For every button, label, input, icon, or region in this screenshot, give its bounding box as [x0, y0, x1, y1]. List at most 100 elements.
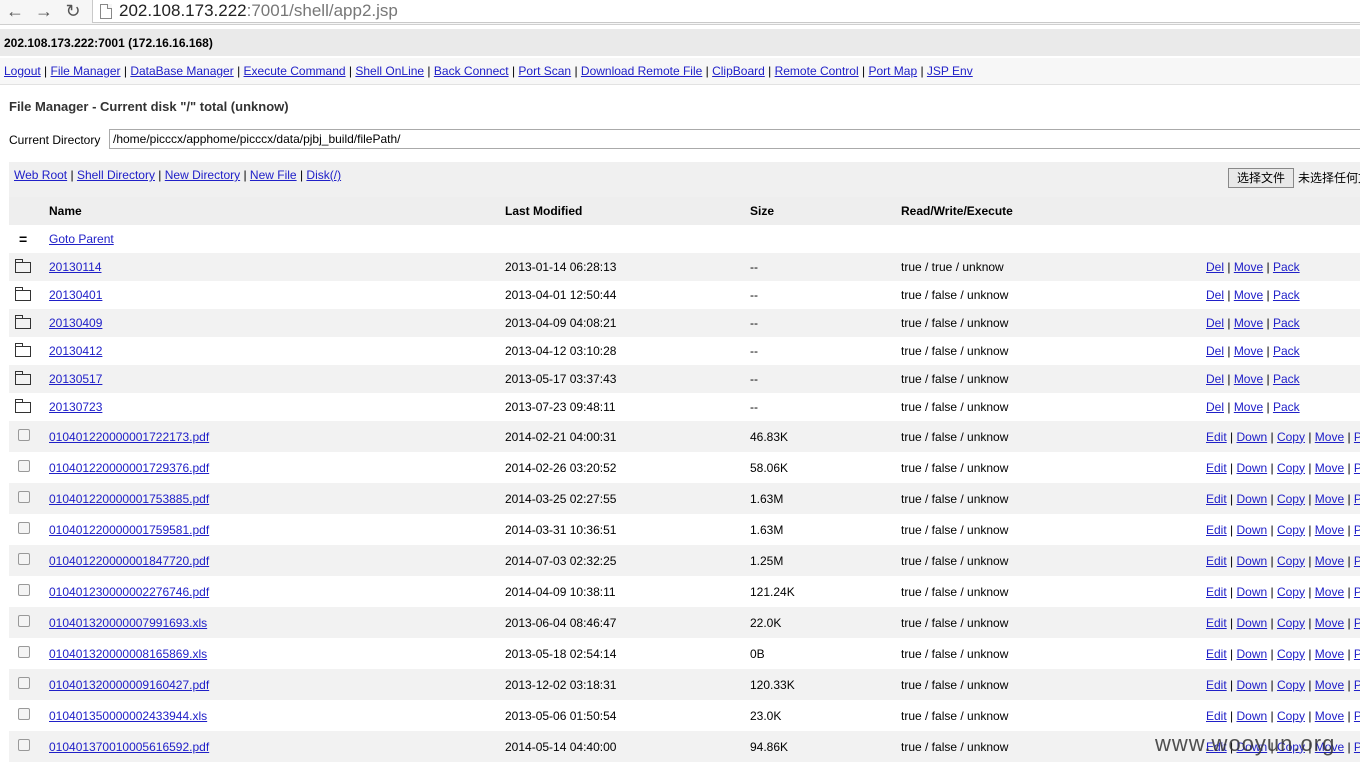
file-link[interactable]: 010401350000002433944.xls [49, 709, 207, 723]
toolbar-web-root[interactable]: Web Root [14, 168, 67, 182]
file-select-checkbox[interactable] [18, 708, 30, 720]
file-select-checkbox[interactable] [18, 553, 30, 565]
action-edit[interactable]: Edit [1206, 709, 1227, 723]
action-del[interactable]: Del [1206, 288, 1224, 302]
file-select-checkbox[interactable] [18, 429, 30, 441]
directory-link[interactable]: 20130517 [49, 372, 102, 386]
action-move[interactable]: Move [1234, 400, 1263, 414]
toolbar-disk[interactable]: Disk(/) [306, 168, 341, 182]
action-copy[interactable]: Copy [1277, 492, 1305, 506]
action-down[interactable]: Down [1236, 678, 1267, 692]
action-pack[interactable]: Pack [1354, 585, 1360, 599]
action-pack[interactable]: Pack [1273, 372, 1300, 386]
file-select-checkbox[interactable] [18, 646, 30, 658]
menu-execute-command[interactable]: Execute Command [244, 64, 346, 78]
action-del[interactable]: Del [1206, 372, 1224, 386]
action-pack[interactable]: Pack [1354, 616, 1360, 630]
menu-file-manager[interactable]: File Manager [51, 64, 121, 78]
file-select-checkbox[interactable] [18, 522, 30, 534]
toolbar-new-directory[interactable]: New Directory [165, 168, 240, 182]
menu-download-remote-file[interactable]: Download Remote File [581, 64, 702, 78]
action-edit[interactable]: Edit [1206, 492, 1227, 506]
address-bar[interactable]: 202.108.173.222:7001/shell/app2.jsp [92, 0, 1360, 23]
reload-icon[interactable]: ↻ [62, 0, 84, 22]
menu-shell-online[interactable]: Shell OnLine [355, 64, 424, 78]
file-link[interactable]: 010401370010005616592.pdf [49, 740, 209, 754]
action-pack[interactable]: Pack [1354, 678, 1360, 692]
directory-link[interactable]: 20130401 [49, 288, 102, 302]
action-move[interactable]: Move [1234, 372, 1263, 386]
action-move[interactable]: Move [1315, 647, 1344, 661]
action-edit[interactable]: Edit [1206, 585, 1227, 599]
action-copy[interactable]: Copy [1277, 461, 1305, 475]
action-copy[interactable]: Copy [1277, 647, 1305, 661]
menu-remote-control[interactable]: Remote Control [775, 64, 859, 78]
action-pack[interactable]: Pack [1354, 523, 1360, 537]
action-pack[interactable]: Pack [1273, 400, 1300, 414]
action-edit[interactable]: Edit [1206, 616, 1227, 630]
action-pack[interactable]: Pack [1354, 554, 1360, 568]
action-pack[interactable]: Pack [1354, 647, 1360, 661]
action-del[interactable]: Del [1206, 260, 1224, 274]
menu-database-manager[interactable]: DataBase Manager [130, 64, 233, 78]
file-link[interactable]: 010401220000001729376.pdf [49, 461, 209, 475]
action-move[interactable]: Move [1315, 585, 1344, 599]
menu-port-map[interactable]: Port Map [868, 64, 917, 78]
action-move[interactable]: Move [1234, 316, 1263, 330]
menu-clipboard[interactable]: ClipBoard [712, 64, 765, 78]
file-link[interactable]: 010401320000009160427.pdf [49, 678, 209, 692]
action-copy[interactable]: Copy [1277, 585, 1305, 599]
forward-arrow-icon[interactable]: → [33, 0, 55, 22]
directory-link[interactable]: 20130723 [49, 400, 102, 414]
file-select-checkbox[interactable] [18, 460, 30, 472]
action-pack[interactable]: Pack [1273, 316, 1300, 330]
action-move[interactable]: Move [1315, 523, 1344, 537]
action-pack[interactable]: Pack [1354, 709, 1360, 723]
action-pack[interactable]: Pack [1273, 344, 1300, 358]
action-copy[interactable]: Copy [1277, 523, 1305, 537]
action-move[interactable]: Move [1315, 461, 1344, 475]
action-copy[interactable]: Copy [1277, 616, 1305, 630]
current-directory-input[interactable] [109, 129, 1360, 149]
directory-link[interactable]: 20130114 [49, 260, 102, 274]
file-link[interactable]: 010401220000001753885.pdf [49, 492, 209, 506]
action-del[interactable]: Del [1206, 400, 1224, 414]
action-pack[interactable]: Pack [1273, 260, 1300, 274]
action-del[interactable]: Del [1206, 316, 1224, 330]
action-copy[interactable]: Copy [1277, 709, 1305, 723]
toolbar-new-file[interactable]: New File [250, 168, 297, 182]
file-link[interactable]: 010401220000001759581.pdf [49, 523, 209, 537]
goto-parent-link[interactable]: Goto Parent [49, 232, 114, 246]
action-down[interactable]: Down [1236, 709, 1267, 723]
action-edit[interactable]: Edit [1206, 523, 1227, 537]
file-select-checkbox[interactable] [18, 739, 30, 751]
header-last-modified[interactable]: Last Modified [505, 197, 750, 225]
action-pack[interactable]: Pack [1354, 492, 1360, 506]
file-link[interactable]: 010401220000001847720.pdf [49, 554, 209, 568]
file-select-checkbox[interactable] [18, 615, 30, 627]
action-move[interactable]: Move [1234, 344, 1263, 358]
action-pack[interactable]: Pack [1354, 461, 1360, 475]
action-move[interactable]: Move [1315, 678, 1344, 692]
action-copy[interactable]: Copy [1277, 678, 1305, 692]
directory-link[interactable]: 20130412 [49, 344, 102, 358]
action-edit[interactable]: Edit [1206, 554, 1227, 568]
action-down[interactable]: Down [1236, 554, 1267, 568]
action-pack[interactable]: Pack [1354, 430, 1360, 444]
action-move[interactable]: Move [1315, 430, 1344, 444]
header-name[interactable]: Name [49, 197, 505, 225]
action-down[interactable]: Down [1236, 616, 1267, 630]
header-size[interactable]: Size [750, 197, 901, 225]
action-edit[interactable]: Edit [1206, 678, 1227, 692]
file-select-checkbox[interactable] [18, 584, 30, 596]
choose-file-button[interactable]: 选择文件 [1228, 168, 1295, 188]
action-copy[interactable]: Copy [1277, 430, 1305, 444]
action-edit[interactable]: Edit [1206, 430, 1227, 444]
file-link[interactable]: 010401220000001722173.pdf [49, 430, 209, 444]
action-edit[interactable]: Edit [1206, 647, 1227, 661]
menu-port-scan[interactable]: Port Scan [518, 64, 571, 78]
action-move[interactable]: Move [1234, 288, 1263, 302]
file-link[interactable]: 010401320000008165869.xls [49, 647, 207, 661]
menu-back-connect[interactable]: Back Connect [434, 64, 509, 78]
menu-logout[interactable]: Logout [4, 64, 41, 78]
